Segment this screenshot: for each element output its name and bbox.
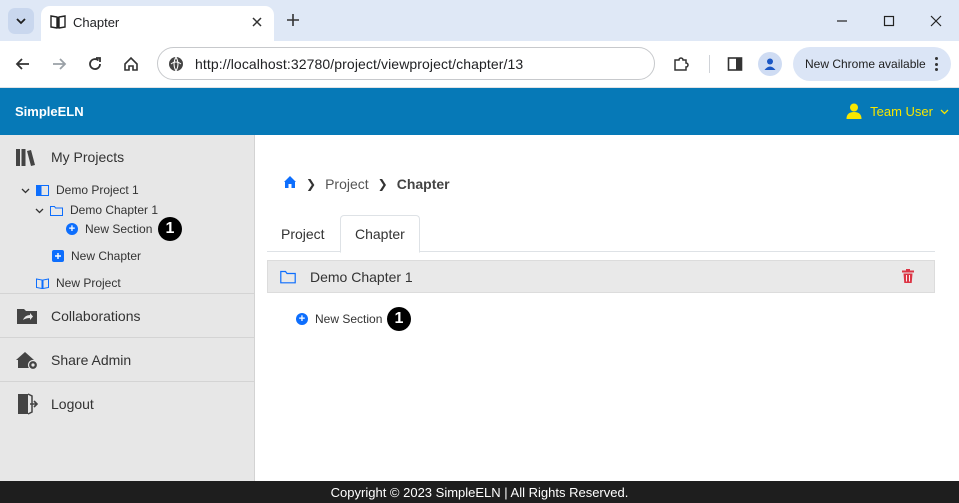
plus-square-icon [51,250,64,263]
tree-label: New Chapter [71,249,142,263]
plus-circle-icon: + [66,223,78,235]
user-name: Team User [870,103,933,119]
main-content: ❯ Project ❯ Chapter Project Chapter Demo… [255,135,959,481]
maximize-window-button[interactable] [879,11,899,31]
back-button[interactable] [12,53,34,75]
chevron-down-icon [16,18,26,25]
sidebar-item-label: Logout [51,396,94,412]
copyright-text: Copyright © 2023 SimpleELN | All Rights … [330,484,629,500]
arrow-right-icon [53,58,67,70]
tree-new-chapter[interactable]: New Chapter [51,247,141,265]
breadcrumb-separator-icon: ❯ [377,176,388,191]
new-chrome-available-button[interactable]: New Chrome available [793,47,951,81]
browser-tab-active[interactable]: Chapter [41,6,274,41]
tree-label: Demo Project 1 [56,183,139,197]
address-bar[interactable]: http://localhost:32780/project/viewproje… [157,47,655,80]
tree-new-section[interactable]: + New Section [66,220,152,238]
chevron-down-icon[interactable] [20,186,30,195]
sidebar-item-label: Collaborations [51,308,141,324]
tree-project-demo-project-1[interactable]: Demo Project 1 [20,181,139,199]
chrome-update-label: New Chrome available [805,57,926,71]
person-icon [764,58,776,70]
plus-icon [287,14,299,26]
browser-tabstrip: Chapter [0,0,959,41]
home-icon [124,56,138,71]
breadcrumb-project-link[interactable]: Project [325,176,369,192]
page-footer: Copyright © 2023 SimpleELN | All Rights … [0,481,959,503]
tab-search-button[interactable] [8,8,34,34]
url-text: http://localhost:32780/project/viewproje… [195,56,524,72]
forward-button[interactable] [48,53,70,75]
tree-label: Demo Chapter 1 [70,203,159,217]
new-section-link[interactable]: + New Section [296,312,382,326]
side-panel-button[interactable] [724,53,746,75]
puzzle-icon [674,57,689,71]
minimize-window-button[interactable] [832,11,852,31]
book-icon [36,184,49,197]
sidebar-item-my-projects[interactable]: My Projects [0,135,254,179]
breadcrumb-separator-icon: ❯ [306,176,317,191]
folder-share-icon [15,305,39,327]
user-menu[interactable]: Team User [845,102,949,120]
new-tab-button[interactable] [283,10,303,30]
home-button[interactable] [120,53,142,75]
extensions-button[interactable] [670,53,692,75]
house-gear-icon [15,349,39,371]
close-tab-icon[interactable] [249,14,265,30]
sidebar-item-logout[interactable]: Logout [0,382,254,426]
sidebar-item-share-admin[interactable]: Share Admin [0,338,254,382]
brand-logo[interactable]: SimpleELN [15,104,84,119]
book-favicon-icon [50,15,66,29]
new-section-label: New Section [315,312,383,326]
close-window-button[interactable] [926,11,946,31]
profile-button[interactable] [758,52,782,76]
tab-chapter[interactable]: Chapter [340,215,420,253]
arrow-left-icon [15,58,29,70]
browser-tab-title: Chapter [73,15,120,30]
side-panel-icon [727,57,743,71]
door-exit-icon [15,393,39,415]
browser-toolbar: http://localhost:32780/project/viewproje… [0,41,959,88]
maximize-icon [883,15,895,27]
app-header: SimpleELN Team User [0,88,959,135]
reload-icon [89,57,101,70]
home-icon[interactable] [283,175,297,192]
sidebar: My Projects Demo Project 1 Demo Chapter … [0,135,255,481]
close-icon [930,15,942,27]
minimize-icon [837,20,847,22]
chapter-title: Demo Chapter 1 [310,269,413,285]
breadcrumb: ❯ Project ❯ Chapter [283,175,450,192]
step-marker: 1 [158,217,182,241]
sidebar-item-label: Share Admin [51,352,132,368]
tree-chapter-demo-chapter-1[interactable]: Demo Chapter 1 [34,201,158,219]
open-book-icon [36,277,49,290]
reload-button[interactable] [84,53,106,75]
step-marker: 1 [387,307,411,331]
folder-icon [280,270,296,284]
user-icon [846,103,862,119]
tree-label: New Project [56,276,121,290]
sidebar-item-collaborations[interactable]: Collaborations [0,294,254,338]
more-menu-icon[interactable] [931,55,941,73]
books-icon [15,146,39,168]
sidebar-item-label: My Projects [51,149,125,165]
trash-icon[interactable] [902,269,914,283]
tab-project[interactable]: Project [267,215,339,252]
chapter-header-bar: Demo Chapter 1 [267,260,935,293]
toolbar-separator [709,55,710,73]
page-tabs: Project Chapter [267,215,935,253]
plus-circle-icon: + [296,313,308,325]
chevron-down-icon [940,109,949,114]
chevron-down-icon[interactable] [34,206,44,215]
breadcrumb-current: Chapter [396,175,450,192]
folder-icon [50,204,63,217]
tree-new-project[interactable]: New Project [36,274,121,292]
site-info-icon[interactable] [167,55,185,73]
tree-label: New Section [85,222,153,236]
